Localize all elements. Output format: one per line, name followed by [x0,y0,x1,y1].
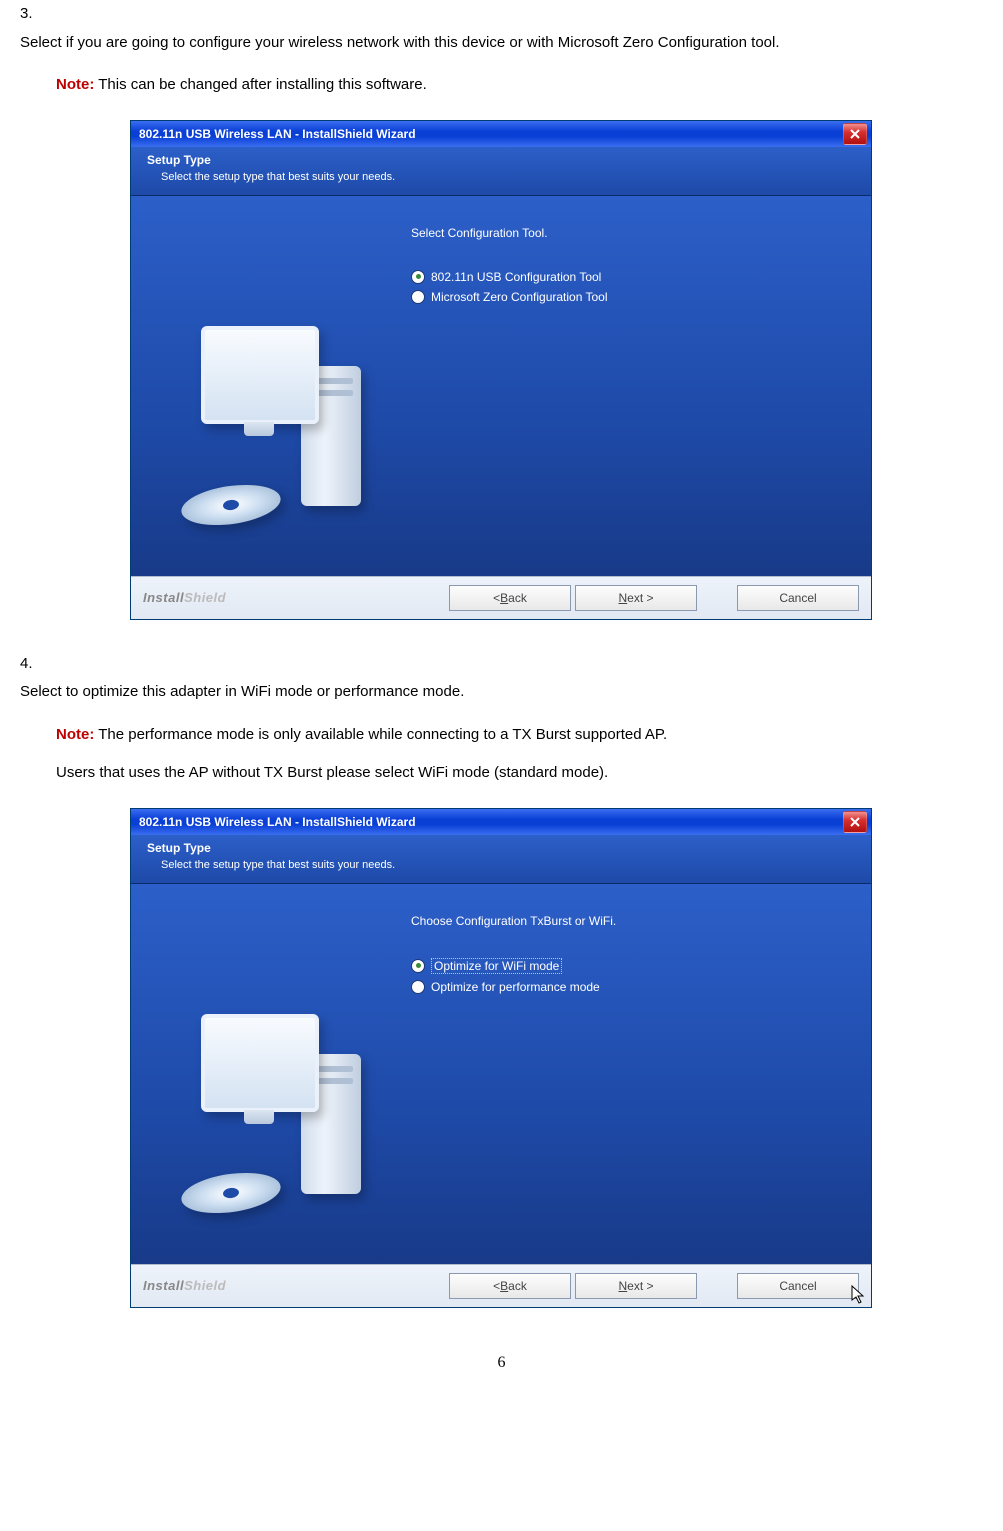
note-label: Note: [56,76,94,93]
window-title: 802.11n USB Wireless LAN - InstallShield… [139,815,416,829]
step-3-text: Select if you are going to configure you… [20,29,960,58]
radio-selected-icon [411,959,425,973]
titlebar: 802.11n USB Wireless LAN - InstallShield… [131,121,871,147]
back-button[interactable]: < Back [449,1273,571,1299]
step-4-text: Select to optimize this adapter in WiFi … [20,678,960,707]
step-4-number: 4. [20,650,46,679]
radio-label: 802.11n USB Configuration Tool [431,270,601,284]
window-title: 802.11n USB Wireless LAN - InstallShield… [139,127,416,141]
wizard-content: Choose Configuration TxBurst or WiFi. Op… [131,884,871,1264]
radio-label: Microsoft Zero Configuration Tool [431,290,608,304]
subtitle-area: Setup Type Select the setup type that be… [131,147,871,196]
radio-unselected-icon [411,290,425,304]
computer-illustration [151,316,371,536]
txburst-prompt: Choose Configuration TxBurst or WiFi. [411,914,616,928]
back-button[interactable]: < Back [449,585,571,611]
setup-type-desc: Select the setup type that best suits yo… [147,855,855,871]
installshield-wizard-1: 802.11n USB Wireless LAN - InstallShield… [130,120,872,620]
radio-microsoft-zero[interactable]: Microsoft Zero Configuration Tool [411,290,608,304]
subtitle-area: Setup Type Select the setup type that be… [131,835,871,884]
note-label: Note: [56,726,94,743]
radio-selected-icon [411,270,425,284]
page-number: 6 [0,1338,1003,1388]
computer-illustration [151,1004,371,1224]
installshield-brand: InstallShield [143,590,226,605]
radio-label: Optimize for performance mode [431,980,600,994]
note-3-text: This can be changed after installing thi… [98,76,427,93]
mouse-cursor-icon [851,1285,865,1305]
close-icon[interactable] [843,123,867,145]
step-3-number: 3. [20,0,46,29]
config-tool-radio-group: 802.11n USB Configuration Tool Microsoft… [411,264,608,310]
setup-type-desc: Select the setup type that best suits yo… [147,167,855,183]
radio-wifi-mode[interactable]: Optimize for WiFi mode [411,958,600,974]
close-icon[interactable] [843,811,867,833]
radio-performance-mode[interactable]: Optimize for performance mode [411,980,600,994]
installshield-wizard-2: 802.11n USB Wireless LAN - InstallShield… [130,808,872,1308]
note-4b-text: Users that uses the AP without TX Burst … [56,764,608,781]
note-4a-text: The performance mode is only available w… [98,726,667,743]
titlebar: 802.11n USB Wireless LAN - InstallShield… [131,809,871,835]
next-button[interactable]: Next > [575,1273,697,1299]
config-tool-prompt: Select Configuration Tool. [411,226,548,240]
next-button[interactable]: Next > [575,585,697,611]
radio-80211n-tool[interactable]: 802.11n USB Configuration Tool [411,270,608,284]
setup-type-heading: Setup Type [147,841,855,855]
cancel-button[interactable]: Cancel [737,1273,859,1299]
txburst-radio-group: Optimize for WiFi mode Optimize for perf… [411,952,600,1000]
installshield-brand: InstallShield [143,1278,226,1293]
button-bar: InstallShield < Back Next > Cancel [131,576,871,619]
setup-type-heading: Setup Type [147,153,855,167]
radio-unselected-icon [411,980,425,994]
radio-label: Optimize for WiFi mode [431,958,562,974]
wizard-content: Select Configuration Tool. 802.11n USB C… [131,196,871,576]
button-bar: InstallShield < Back Next > Cancel [131,1264,871,1307]
cancel-button[interactable]: Cancel [737,585,859,611]
